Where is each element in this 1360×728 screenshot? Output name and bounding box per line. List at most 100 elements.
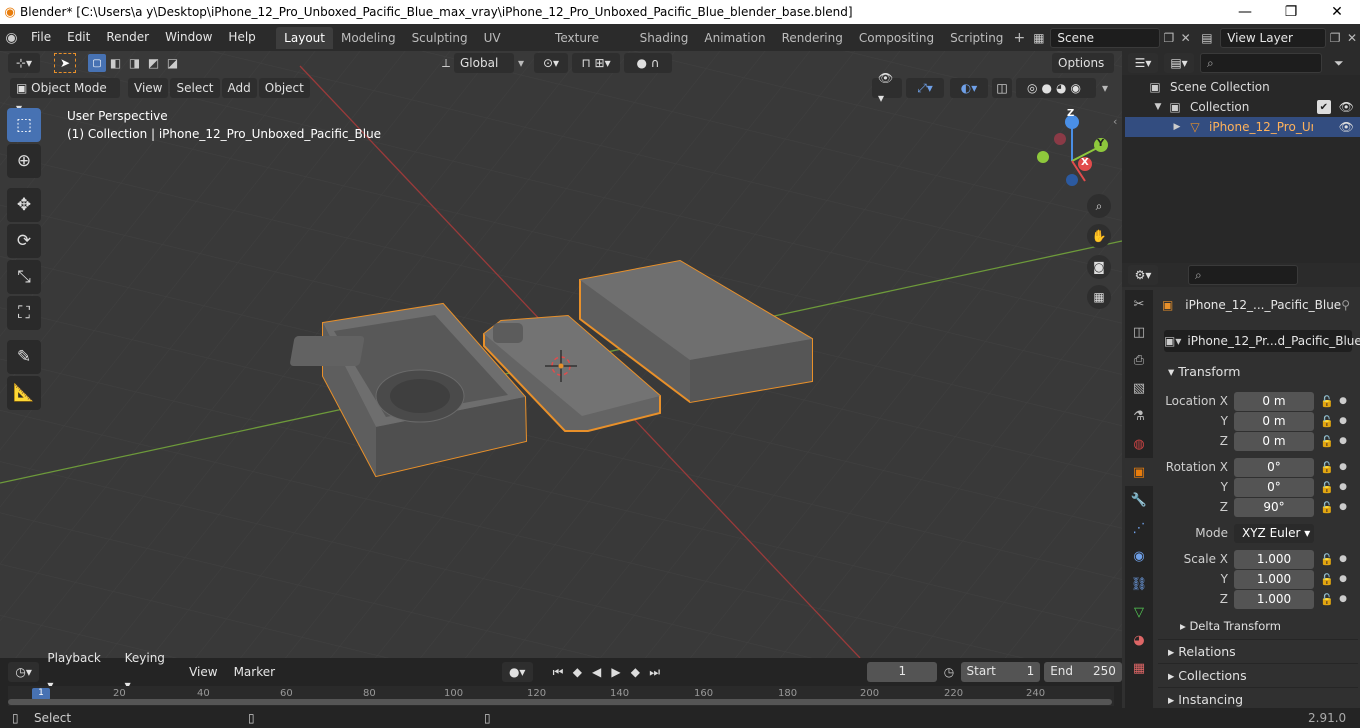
tool-tab-icon[interactable]: ✂ [1125,290,1153,318]
select-new-icon[interactable]: ▢ [88,54,106,72]
filter-icon[interactable]: ⏷ [1334,56,1344,71]
jump-start-icon[interactable]: ⏮ [548,665,567,680]
viewport-menu-object[interactable]: Object [258,78,310,98]
outliner-object-label[interactable]: iPhone_12_Pro_Unbo [1209,120,1313,134]
mode-dropdown[interactable]: ▣ Object Mode ▾ [10,78,120,115]
scale-y-field[interactable]: 1.000 [1234,569,1314,589]
viewport-menu-select[interactable]: Select [170,78,220,98]
transform-tool-icon[interactable]: ⛶ [7,296,41,330]
keyframe-dot-icon[interactable]: ● [1336,416,1350,426]
transform-panel-header[interactable]: ▾ Transform [1158,360,1358,384]
tab-modeling[interactable]: Modeling [333,27,404,49]
object-visibility-icon[interactable]: 👁 [1339,120,1354,134]
view-layer-icon[interactable]: ▤ [1194,31,1221,45]
properties-editor-type-icon[interactable]: ⚙▾ [1128,265,1158,285]
sidebar-toggle-icon[interactable]: ‹ [1113,115,1117,128]
new-view-layer-icon[interactable]: ❐ [1326,31,1344,45]
scene-field[interactable]: Scene [1050,27,1161,48]
end-frame-field[interactable]: End 250 [1044,662,1122,682]
material-tab-icon[interactable]: ◕ [1125,626,1153,654]
record-icon[interactable]: ●▾ [501,662,533,682]
properties-search-input[interactable]: ⌕ [1188,265,1298,285]
rotation-y-field[interactable]: 0° [1234,477,1314,497]
outliner-search-input[interactable]: ⌕ [1200,53,1322,73]
expand-arrow-icon[interactable]: ▶ [1171,122,1183,132]
output-tab-icon[interactable]: ⎙ [1125,346,1153,374]
gizmo-toggle-icon[interactable]: ⤢▾ [906,78,944,98]
delta-transform-header[interactable]: ▸ Delta Transform [1170,616,1358,636]
instancing-panel-header[interactable]: ▸ Instancing [1158,687,1358,711]
delete-view-layer-icon[interactable]: ✕ [1344,31,1360,45]
minimize-button[interactable]: — [1222,0,1268,24]
lock-icon[interactable]: 🔓 [1318,481,1336,494]
zoom-icon[interactable]: ⌕ [1087,194,1111,218]
data-block-name[interactable]: iPhone_12_Pr...d_Pacific_Blue [1187,334,1360,348]
menu-render[interactable]: Render [98,24,157,51]
select-invert-icon[interactable]: ◩ [144,56,163,70]
tab-shading[interactable]: Shading [632,27,697,49]
tab-animation[interactable]: Animation [696,27,773,49]
overlay-toggle-icon[interactable]: ◐▾ [950,78,988,98]
new-scene-icon[interactable]: ❐ [1160,31,1178,45]
tab-uv-editing[interactable]: UV Editing [476,27,547,67]
scale-z-field[interactable]: 1.000 [1234,589,1314,609]
display-mode-icon[interactable]: ▤▾ [1164,53,1194,73]
tab-rendering[interactable]: Rendering [774,27,851,49]
timeline-scrollbar[interactable] [8,699,1112,705]
lock-icon[interactable]: 🔓 [1318,435,1336,448]
current-frame-field[interactable]: 1 [867,662,938,682]
keyframe-dot-icon[interactable]: ● [1336,554,1350,564]
play-icon[interactable]: ▶ [606,665,625,679]
lock-icon[interactable]: 🔓 [1318,553,1336,566]
shading-dropdown-icon[interactable]: ▾ [1096,81,1114,95]
location-x-field[interactable]: 0 m [1234,391,1314,411]
keyframe-dot-icon[interactable]: ● [1336,574,1350,584]
timeline-menu-view[interactable]: View [181,659,225,686]
data-block-icon[interactable]: ▣▾ [1164,334,1181,348]
select-intersect-icon[interactable]: ◪ [163,56,182,70]
scene-collection-label[interactable]: Scene Collection [1170,80,1270,94]
collection-checkbox[interactable]: ✔ [1316,100,1331,114]
lock-icon[interactable]: 🔓 [1318,573,1336,586]
rotate-tool-icon[interactable]: ⟳ [7,224,41,258]
keyframe-dot-icon[interactable]: ● [1336,482,1350,492]
transform-orientation[interactable]: Global [454,53,514,73]
modifier-tab-icon[interactable]: 🔧 [1125,486,1153,514]
keyframe-dot-icon[interactable]: ● [1336,594,1350,604]
tab-layout[interactable]: Layout [276,26,333,49]
add-workspace-icon[interactable]: + [1011,30,1027,46]
measure-tool-icon[interactable]: 📐 [7,376,41,410]
shading-modes-icon[interactable]: ◎●◕◉ [1016,78,1096,98]
viewport-menu-add[interactable]: Add [221,78,257,98]
view-layer-tab-icon[interactable]: ▧ [1125,374,1153,402]
object-name[interactable]: iPhone_12_..._Pacific_Blue [1185,298,1341,312]
menu-window[interactable]: Window [157,24,220,51]
lock-icon[interactable]: 🔓 [1318,415,1336,428]
collection-visibility-icon[interactable]: 👁 [1339,100,1354,114]
timeline-ruler[interactable]: 1 20 40 60 80 100 120 140 160 180 200 22… [8,686,1114,706]
keyframe-dot-icon[interactable]: ● [1336,502,1350,512]
render-tab-icon[interactable]: ◫ [1125,318,1153,346]
orientation-icon[interactable]: ⟂ [438,56,454,71]
tab-sculpting[interactable]: Sculpting [404,27,476,49]
keyframe-dot-icon[interactable]: ● [1336,436,1350,446]
particles-tab-icon[interactable]: ⋰ [1125,514,1153,542]
next-keyframe-icon[interactable]: ◆ [626,665,645,679]
lock-icon[interactable]: 🔓 [1318,593,1336,606]
data-tab-icon[interactable]: ▽ [1125,598,1153,626]
cursor-tool-icon[interactable]: ⊕ [7,144,41,178]
3d-viewport[interactable]: Z Y X ⌕ ✋ ◙ ▦ User Perspective (1) Colle… [0,51,1122,658]
select-subtract-icon[interactable]: ◨ [125,56,144,70]
viewport-menu-view[interactable]: View [128,78,169,98]
select-tool-icon[interactable]: ➤ [54,53,76,73]
keyframe-dot-icon[interactable]: ● [1336,462,1350,472]
constraints-tab-icon[interactable]: ⛓ [1125,570,1153,598]
blender-menu-icon[interactable]: ◉ [0,30,23,46]
collection-label[interactable]: Collection [1190,100,1249,114]
select-box-tool-icon[interactable]: ⬚ [7,108,41,142]
maximize-button[interactable]: ❐ [1268,0,1314,24]
start-frame-field[interactable]: Start 1 [960,662,1041,682]
physics-tab-icon[interactable]: ◉ [1125,542,1153,570]
texture-tab-icon[interactable]: ▦ [1125,654,1153,682]
tab-scripting[interactable]: Scripting [942,27,1011,49]
